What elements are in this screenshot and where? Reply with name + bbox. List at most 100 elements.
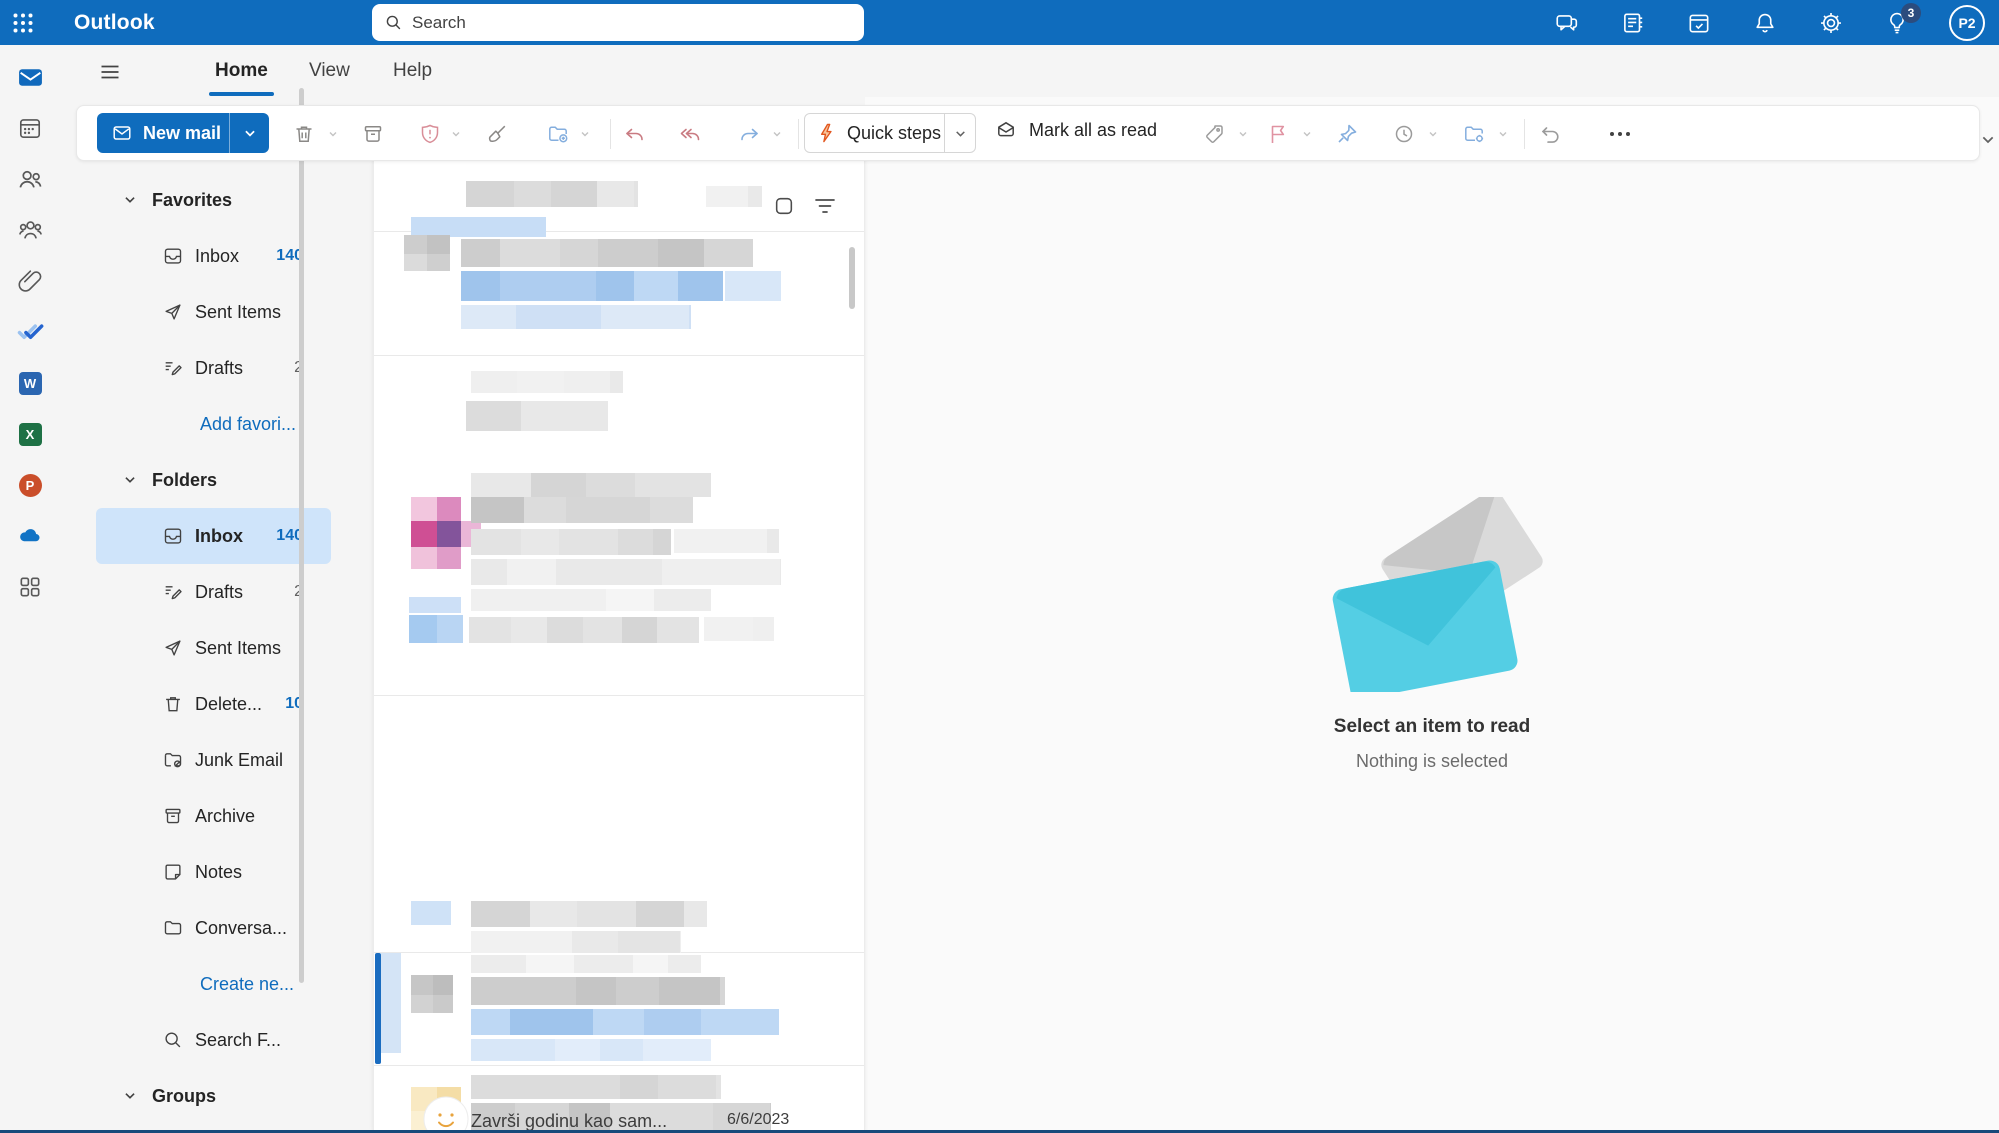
report-button[interactable] bbox=[416, 120, 444, 148]
new-mail-label: New mail bbox=[143, 123, 221, 144]
list-item[interactable]: Završi godinu kao sam... 6/6/2023 bbox=[471, 1111, 851, 1130]
mosaic-block bbox=[716, 1075, 721, 1099]
move-to-dropdown-chevron[interactable] bbox=[579, 128, 591, 140]
rail-powerpoint-button[interactable]: P bbox=[16, 471, 44, 499]
mosaic-block bbox=[471, 371, 517, 393]
delete-dropdown-chevron[interactable] bbox=[327, 128, 339, 140]
mosaic-block bbox=[597, 181, 633, 207]
mosaic-block bbox=[461, 239, 500, 267]
rail-todo-button[interactable] bbox=[16, 318, 44, 346]
categorize-dropdown-chevron[interactable] bbox=[1237, 128, 1249, 140]
sidebar-item-drafts[interactable]: Drafts 2 bbox=[96, 564, 331, 620]
rail-groups-button[interactable] bbox=[16, 216, 44, 244]
hamburger-button[interactable] bbox=[93, 55, 127, 89]
select-messages-icon[interactable] bbox=[773, 195, 795, 217]
folders-section-header[interactable]: Folders bbox=[96, 452, 331, 508]
sidebar-item-search-folders[interactable]: Search F... bbox=[96, 1012, 331, 1068]
report-dropdown-chevron[interactable] bbox=[450, 128, 462, 140]
rail-calendar-button[interactable] bbox=[16, 114, 44, 142]
sidebar-item-sent-favorite[interactable]: Sent Items bbox=[96, 284, 331, 340]
sidebar-item-inbox[interactable]: Inbox 140 bbox=[96, 508, 331, 564]
app-launcher-button[interactable] bbox=[0, 0, 46, 45]
favorites-section-header[interactable]: Favorites bbox=[96, 172, 331, 228]
ribbon-collapse-chevron[interactable] bbox=[1980, 132, 1996, 148]
notifications-button[interactable] bbox=[1751, 9, 1779, 37]
delete-button[interactable] bbox=[290, 120, 318, 148]
quick-steps-button[interactable]: Quick steps bbox=[804, 113, 976, 153]
sidebar-item-conversation-history[interactable]: Conversa... bbox=[96, 900, 331, 956]
sidebar-item-inbox-favorite[interactable]: Inbox 140 bbox=[96, 228, 331, 284]
sidebar-item-notes[interactable]: Notes bbox=[96, 844, 331, 900]
mosaic-block bbox=[634, 181, 638, 207]
reply-button[interactable] bbox=[620, 120, 648, 148]
groups-section-header[interactable]: Groups bbox=[96, 1068, 331, 1124]
empty-state-title: Select an item to read bbox=[1334, 716, 1530, 738]
flag-button[interactable] bbox=[1264, 120, 1292, 148]
rail-word-button[interactable]: W bbox=[16, 369, 44, 397]
mosaic-block bbox=[471, 559, 507, 585]
rail-onedrive-button[interactable] bbox=[16, 522, 44, 550]
add-favorite-link[interactable]: Add favori... bbox=[96, 396, 331, 452]
flag-dropdown-chevron[interactable] bbox=[1301, 128, 1313, 140]
mosaic-block bbox=[471, 1075, 530, 1099]
search-input[interactable]: Search bbox=[372, 4, 864, 41]
archive-button[interactable] bbox=[359, 120, 387, 148]
sidebar-item-drafts-favorite[interactable]: Drafts 2 bbox=[96, 340, 331, 396]
sidebar-item-sent[interactable]: Sent Items bbox=[96, 620, 331, 676]
mark-all-read-button[interactable]: Mark all as read bbox=[994, 118, 1157, 142]
categorize-button[interactable] bbox=[1200, 120, 1228, 148]
new-mail-dropdown[interactable] bbox=[229, 113, 269, 153]
rail-people-button[interactable] bbox=[16, 165, 44, 193]
reply-all-button[interactable] bbox=[676, 120, 704, 148]
mosaic-block bbox=[572, 931, 618, 953]
chat-icon bbox=[1554, 10, 1580, 36]
mosaic-block bbox=[561, 589, 606, 611]
mosaic-block bbox=[614, 559, 662, 585]
snooze-button[interactable] bbox=[1390, 120, 1418, 148]
pin-button[interactable] bbox=[1333, 120, 1361, 148]
rules-button[interactable] bbox=[1460, 120, 1488, 148]
apps-grid-icon bbox=[17, 574, 43, 600]
tab-view[interactable]: View bbox=[307, 54, 352, 88]
rail-excel-button[interactable]: X bbox=[16, 420, 44, 448]
reading-pane: Select an item to read Nothing is select… bbox=[865, 97, 1999, 1130]
rail-mail-button[interactable] bbox=[16, 63, 44, 91]
tab-home[interactable]: Home bbox=[213, 54, 270, 88]
mosaic-block bbox=[511, 617, 547, 643]
my-day-button[interactable] bbox=[1685, 9, 1713, 37]
teams-chat-button[interactable] bbox=[1553, 9, 1581, 37]
rail-more-apps-button[interactable] bbox=[16, 573, 44, 601]
new-mail-button[interactable]: New mail bbox=[97, 113, 269, 153]
people-icon bbox=[17, 166, 44, 193]
more-options-button[interactable] bbox=[1606, 120, 1634, 148]
forward-dropdown-chevron[interactable] bbox=[771, 128, 783, 140]
sidebar-item-archive[interactable]: Archive bbox=[96, 788, 331, 844]
move-to-button[interactable] bbox=[544, 120, 572, 148]
mosaic-block bbox=[689, 305, 691, 329]
unread-count: 10 bbox=[285, 695, 331, 713]
snooze-dropdown-chevron[interactable] bbox=[1427, 128, 1439, 140]
sidebar-item-deleted[interactable]: Delete... 10 bbox=[96, 676, 331, 732]
settings-button[interactable] bbox=[1817, 9, 1845, 37]
create-new-folder-link[interactable]: Create ne... bbox=[96, 956, 331, 1012]
rail-files-button[interactable] bbox=[16, 267, 44, 295]
mosaic-block bbox=[521, 529, 559, 555]
account-avatar[interactable]: P2 bbox=[1949, 5, 1985, 41]
folder-pane-scrollbar[interactable] bbox=[299, 88, 304, 983]
onenote-feed-button[interactable] bbox=[1619, 9, 1647, 37]
tab-help[interactable]: Help bbox=[391, 54, 434, 88]
quick-steps-dropdown[interactable] bbox=[944, 114, 975, 152]
forward-button[interactable] bbox=[736, 120, 764, 148]
sender-avatar bbox=[423, 1096, 469, 1130]
sweep-button[interactable] bbox=[483, 120, 511, 148]
section-label: Favorites bbox=[152, 190, 232, 211]
message-list-scrollbar[interactable] bbox=[849, 247, 855, 309]
sidebar-item-junk[interactable]: Junk Email bbox=[96, 732, 331, 788]
mosaic-block bbox=[461, 271, 500, 301]
mosaic-block bbox=[471, 931, 520, 953]
filter-icon[interactable] bbox=[814, 197, 836, 215]
undo-button[interactable] bbox=[1537, 120, 1565, 148]
rules-dropdown-chevron[interactable] bbox=[1497, 128, 1509, 140]
link-label: Create ne... bbox=[200, 974, 294, 995]
tips-button[interactable]: 3 bbox=[1883, 9, 1911, 37]
